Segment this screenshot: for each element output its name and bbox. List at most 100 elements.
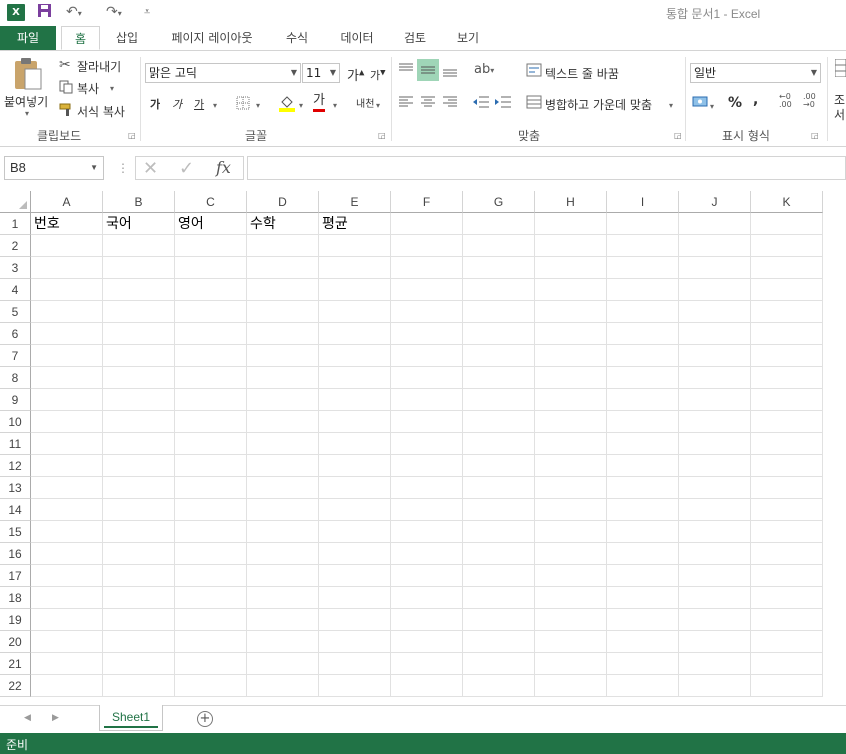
wrap-text-button[interactable]: 텍스트 줄 바꿈 <box>545 65 619 82</box>
cell-d2[interactable] <box>247 235 319 257</box>
conditional-format-icon[interactable] <box>834 58 846 80</box>
cell-h15[interactable] <box>535 521 607 543</box>
cell-g6[interactable] <box>463 323 535 345</box>
cell-g16[interactable] <box>463 543 535 565</box>
cell-g7[interactable] <box>463 345 535 367</box>
cell-j15[interactable] <box>679 521 751 543</box>
cell-g18[interactable] <box>463 587 535 609</box>
cell-f2[interactable] <box>391 235 463 257</box>
cell-b2[interactable] <box>103 235 175 257</box>
number-dialog-launcher[interactable]: ◲ <box>811 131 819 140</box>
cell-g12[interactable] <box>463 455 535 477</box>
cell-h16[interactable] <box>535 543 607 565</box>
comma-style-button[interactable]: , <box>753 92 758 108</box>
cell-h8[interactable] <box>535 367 607 389</box>
cell-e10[interactable] <box>319 411 391 433</box>
cell-d15[interactable] <box>247 521 319 543</box>
sheet-tab-sheet1[interactable]: Sheet1 <box>99 705 163 731</box>
cell-f16[interactable] <box>391 543 463 565</box>
cell-i15[interactable] <box>607 521 679 543</box>
cell-h3[interactable] <box>535 257 607 279</box>
font-color-button[interactable]: 가 <box>313 93 325 112</box>
row-header-5[interactable]: 5 <box>0 301 31 323</box>
cell-h22[interactable] <box>535 675 607 697</box>
cell-i19[interactable] <box>607 609 679 631</box>
number-format-select[interactable]: 일반 ▼ <box>690 63 821 83</box>
column-header-b[interactable]: B <box>103 191 175 213</box>
cell-e19[interactable] <box>319 609 391 631</box>
cell-d5[interactable] <box>247 301 319 323</box>
cell-c22[interactable] <box>175 675 247 697</box>
tab-review[interactable]: 검토 <box>394 26 436 50</box>
cell-g13[interactable] <box>463 477 535 499</box>
cell-a12[interactable] <box>31 455 103 477</box>
redo-icon[interactable]: ↷▾ <box>106 3 122 23</box>
cell-j16[interactable] <box>679 543 751 565</box>
cell-f1[interactable] <box>391 213 463 235</box>
row-header-6[interactable]: 6 <box>0 323 31 345</box>
cell-b21[interactable] <box>103 653 175 675</box>
row-header-3[interactable]: 3 <box>0 257 31 279</box>
cell-a21[interactable] <box>31 653 103 675</box>
cell-h5[interactable] <box>535 301 607 323</box>
cell-f14[interactable] <box>391 499 463 521</box>
row-header-20[interactable]: 20 <box>0 631 31 653</box>
column-header-c[interactable]: C <box>175 191 247 213</box>
cell-b17[interactable] <box>103 565 175 587</box>
column-header-i[interactable]: I <box>607 191 679 213</box>
cell-h7[interactable] <box>535 345 607 367</box>
decrease-indent-icon[interactable] <box>472 95 490 112</box>
cell-g21[interactable] <box>463 653 535 675</box>
cell-c21[interactable] <box>175 653 247 675</box>
tab-page-layout[interactable]: 페이지 레이아웃 <box>160 26 264 50</box>
cell-b14[interactable] <box>103 499 175 521</box>
copy-dropdown-icon[interactable]: ▾ <box>110 84 114 93</box>
cell-i16[interactable] <box>607 543 679 565</box>
cell-h19[interactable] <box>535 609 607 631</box>
cell-g10[interactable] <box>463 411 535 433</box>
bold-button[interactable]: 가 <box>150 96 160 112</box>
cell-d14[interactable] <box>247 499 319 521</box>
cell-f9[interactable] <box>391 389 463 411</box>
cell-a7[interactable] <box>31 345 103 367</box>
cell-f20[interactable] <box>391 631 463 653</box>
cell-c9[interactable] <box>175 389 247 411</box>
cell-c1[interactable]: 영어 <box>175 213 247 235</box>
cell-e11[interactable] <box>319 433 391 455</box>
cell-d4[interactable] <box>247 279 319 301</box>
cell-g14[interactable] <box>463 499 535 521</box>
cell-i12[interactable] <box>607 455 679 477</box>
paste-icon[interactable] <box>12 57 44 94</box>
cell-k17[interactable] <box>751 565 823 587</box>
row-header-17[interactable]: 17 <box>0 565 31 587</box>
insert-function-icon[interactable]: fx <box>216 158 231 177</box>
row-header-11[interactable]: 11 <box>0 433 31 455</box>
cell-h2[interactable] <box>535 235 607 257</box>
column-header-h[interactable]: H <box>535 191 607 213</box>
cell-e21[interactable] <box>319 653 391 675</box>
cell-c17[interactable] <box>175 565 247 587</box>
cell-a1[interactable]: 번호 <box>31 213 103 235</box>
align-middle-icon[interactable] <box>417 59 439 81</box>
cell-a4[interactable] <box>31 279 103 301</box>
cell-k4[interactable] <box>751 279 823 301</box>
cell-k10[interactable] <box>751 411 823 433</box>
row-header-13[interactable]: 13 <box>0 477 31 499</box>
cell-e7[interactable] <box>319 345 391 367</box>
increase-indent-icon[interactable] <box>494 95 512 112</box>
align-left-icon[interactable] <box>398 95 414 112</box>
cell-c6[interactable] <box>175 323 247 345</box>
cell-j5[interactable] <box>679 301 751 323</box>
cell-g4[interactable] <box>463 279 535 301</box>
cell-f5[interactable] <box>391 301 463 323</box>
clipboard-dialog-launcher[interactable]: ◲ <box>128 131 136 140</box>
cell-b10[interactable] <box>103 411 175 433</box>
align-center-icon[interactable] <box>420 95 436 112</box>
cell-g11[interactable] <box>463 433 535 455</box>
cell-b3[interactable] <box>103 257 175 279</box>
cell-e1[interactable]: 평균 <box>319 213 391 235</box>
cell-e15[interactable] <box>319 521 391 543</box>
cell-d10[interactable] <box>247 411 319 433</box>
phonetic-button[interactable]: 내천 <box>356 95 374 110</box>
cell-f8[interactable] <box>391 367 463 389</box>
